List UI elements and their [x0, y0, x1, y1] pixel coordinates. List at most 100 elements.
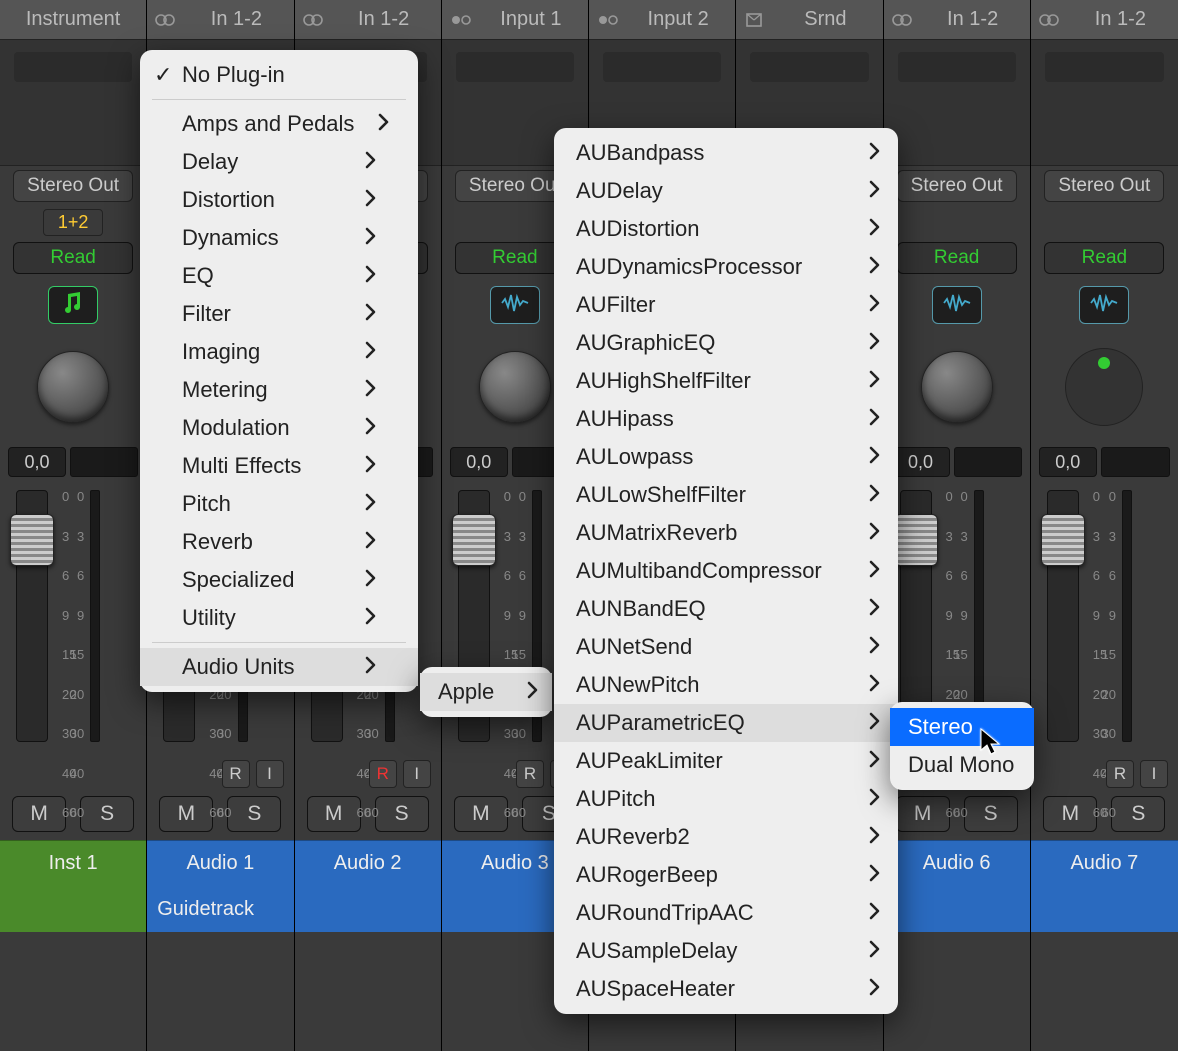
- track-group-cell[interactable]: [295, 886, 441, 932]
- gain-readout[interactable]: 0,0: [8, 447, 66, 477]
- solo-button[interactable]: S: [375, 796, 429, 832]
- input-selector[interactable]: Srnd: [736, 0, 882, 40]
- mute-button[interactable]: M: [1043, 796, 1097, 832]
- menu-item-stereo[interactable]: Stereo: [890, 708, 1034, 746]
- insert-slots[interactable]: [0, 40, 146, 166]
- menu-item-plugin[interactable]: AUMultibandCompressor: [554, 552, 898, 590]
- menu-item-category[interactable]: EQ: [140, 257, 418, 295]
- menu-item-plugin[interactable]: AUSampleDelay: [554, 932, 898, 970]
- mute-button[interactable]: M: [896, 796, 950, 832]
- track-name-cell[interactable]: Audio 1: [147, 840, 293, 886]
- fader-cap[interactable]: [452, 514, 496, 566]
- menu-item-category[interactable]: Modulation: [140, 409, 418, 447]
- solo-button[interactable]: S: [80, 796, 134, 832]
- fader-cap[interactable]: [10, 514, 54, 566]
- plugin-list-menu[interactable]: AUBandpass AUDelay AUDistortion AUDynami…: [554, 128, 898, 1014]
- menu-item-plugin[interactable]: AURoundTripAAC: [554, 894, 898, 932]
- automation-mode-button[interactable]: Read: [13, 242, 133, 274]
- menu-item-plugin[interactable]: AUNBandEQ: [554, 590, 898, 628]
- pan-knob[interactable]: [921, 351, 993, 423]
- solo-button[interactable]: S: [1111, 796, 1165, 832]
- gain-readout[interactable]: 0,0: [1039, 447, 1097, 477]
- input-selector[interactable]: Input 1: [442, 0, 588, 40]
- automation-mode-button[interactable]: Read: [897, 242, 1017, 274]
- track-name-cell[interactable]: Audio 2: [295, 840, 441, 886]
- fader-cap[interactable]: [1041, 514, 1085, 566]
- menu-item-plugin[interactable]: AUDynamicsProcessor: [554, 248, 898, 286]
- menu-item-category[interactable]: Multi Effects: [140, 447, 418, 485]
- input-selector[interactable]: In 1-2: [1031, 0, 1178, 40]
- menu-item-plugin[interactable]: AUParametricEQ: [554, 704, 898, 742]
- solo-button[interactable]: S: [227, 796, 281, 832]
- solo-button[interactable]: S: [964, 796, 1018, 832]
- menu-item-dual-mono[interactable]: Dual Mono: [890, 746, 1034, 784]
- input-monitor-toggle[interactable]: I: [256, 760, 284, 788]
- insert-slots[interactable]: [1031, 40, 1178, 166]
- surround-panner[interactable]: [1065, 348, 1143, 426]
- pan-knob[interactable]: [37, 351, 109, 423]
- plugin-vendor-menu[interactable]: Apple: [420, 667, 552, 717]
- menu-item-plugin[interactable]: AUBandpass: [554, 134, 898, 172]
- input-monitor-toggle[interactable]: I: [1140, 760, 1168, 788]
- menu-item-category[interactable]: Imaging: [140, 333, 418, 371]
- track-group-cell[interactable]: Guidetrack: [147, 886, 293, 932]
- input-selector[interactable]: Instrument: [0, 0, 146, 40]
- fader-cap[interactable]: [894, 514, 938, 566]
- input-monitor-button[interactable]: [490, 286, 540, 324]
- plugin-category-menu[interactable]: ✓ No Plug-in Amps and Pedals Delay Disto…: [140, 50, 418, 692]
- mute-button[interactable]: M: [159, 796, 213, 832]
- mute-button[interactable]: M: [307, 796, 361, 832]
- menu-item-category[interactable]: Filter: [140, 295, 418, 333]
- input-selector[interactable]: In 1-2: [884, 0, 1030, 40]
- record-enable-button[interactable]: R: [222, 760, 250, 788]
- output-selector[interactable]: Stereo Out: [1044, 170, 1164, 202]
- menu-item-category[interactable]: Metering: [140, 371, 418, 409]
- menu-item-category[interactable]: Specialized: [140, 561, 418, 599]
- input-monitor-button[interactable]: [932, 286, 982, 324]
- track-group-cell[interactable]: [0, 886, 146, 932]
- menu-item-plugin[interactable]: AUHipass: [554, 400, 898, 438]
- pan-knob[interactable]: [479, 351, 551, 423]
- input-selector[interactable]: Input 2: [589, 0, 735, 40]
- input-monitor-button[interactable]: [48, 286, 98, 324]
- track-name-cell[interactable]: Inst 1: [0, 840, 146, 886]
- menu-item-category[interactable]: Dynamics: [140, 219, 418, 257]
- input-monitor-toggle[interactable]: I: [403, 760, 431, 788]
- menu-item-apple[interactable]: Apple: [420, 673, 552, 711]
- track-group-cell[interactable]: [884, 886, 1030, 932]
- input-selector[interactable]: In 1-2: [147, 0, 293, 40]
- gain-readout[interactable]: 0,0: [892, 447, 950, 477]
- mute-button[interactable]: M: [454, 796, 508, 832]
- menu-item-category[interactable]: Delay: [140, 143, 418, 181]
- menu-item-plugin[interactable]: AUNetSend: [554, 628, 898, 666]
- menu-item-plugin[interactable]: AUMatrixReverb: [554, 514, 898, 552]
- menu-item-plugin[interactable]: AUNewPitch: [554, 666, 898, 704]
- menu-item-category[interactable]: Distortion: [140, 181, 418, 219]
- record-enable-button[interactable]: R: [1106, 760, 1134, 788]
- menu-item-no-plugin[interactable]: ✓ No Plug-in: [140, 56, 418, 94]
- input-selector[interactable]: In 1-2: [295, 0, 441, 40]
- input-monitor-button[interactable]: [1079, 286, 1129, 324]
- menu-item-plugin[interactable]: AUDistortion: [554, 210, 898, 248]
- menu-item-plugin[interactable]: AUReverb2: [554, 818, 898, 856]
- menu-item-category[interactable]: Reverb: [140, 523, 418, 561]
- menu-item-plugin[interactable]: AUHighShelfFilter: [554, 362, 898, 400]
- menu-item-plugin[interactable]: AUSpaceHeater: [554, 970, 898, 1008]
- menu-item-plugin[interactable]: AUPeakLimiter: [554, 742, 898, 780]
- menu-item-plugin[interactable]: AULowShelfFilter: [554, 476, 898, 514]
- output-selector[interactable]: Stereo Out: [13, 170, 133, 202]
- plugin-channel-menu[interactable]: Stereo Dual Mono: [890, 702, 1034, 790]
- record-enable-button[interactable]: R: [516, 760, 544, 788]
- record-enable-button[interactable]: R: [369, 760, 397, 788]
- menu-item-category[interactable]: Amps and Pedals: [140, 105, 418, 143]
- menu-item-plugin[interactable]: AUDelay: [554, 172, 898, 210]
- track-name-cell[interactable]: Audio 6: [884, 840, 1030, 886]
- menu-item-plugin[interactable]: AURogerBeep: [554, 856, 898, 894]
- gain-readout[interactable]: 0,0: [450, 447, 508, 477]
- menu-item-category[interactable]: Utility: [140, 599, 418, 637]
- send-slot[interactable]: 1+2: [0, 206, 146, 238]
- menu-item-plugin[interactable]: AULowpass: [554, 438, 898, 476]
- menu-item-audio-units[interactable]: Audio Units: [140, 648, 418, 686]
- menu-item-plugin[interactable]: AUGraphicEQ: [554, 324, 898, 362]
- automation-mode-button[interactable]: Read: [1044, 242, 1164, 274]
